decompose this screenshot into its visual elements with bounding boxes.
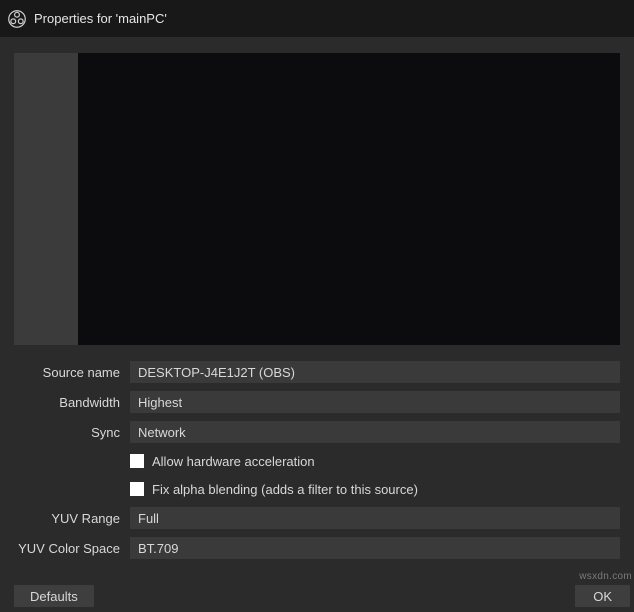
obs-icon xyxy=(8,10,26,28)
select-source-name[interactable]: DESKTOP-J4E1J2T (OBS) xyxy=(130,361,620,383)
preview-gutter xyxy=(14,53,78,345)
select-yuv-cs-value: BT.709 xyxy=(138,541,178,556)
row-yuv-range: YUV Range Full xyxy=(14,507,620,529)
select-source-name-value: DESKTOP-J4E1J2T (OBS) xyxy=(138,365,295,380)
label-yuv-range: YUV Range xyxy=(14,511,130,526)
select-yuv-range[interactable]: Full xyxy=(130,507,620,529)
row-bandwidth: Bandwidth Highest xyxy=(14,391,620,413)
watermark: wsxdn.com xyxy=(579,571,632,582)
checkbox-alpha-fix[interactable] xyxy=(130,482,144,496)
properties-form: Source name DESKTOP-J4E1J2T (OBS) Bandwi… xyxy=(0,361,634,559)
titlebar: Properties for 'mainPC' xyxy=(0,0,634,37)
select-yuv-range-value: Full xyxy=(138,511,159,526)
window-title: Properties for 'mainPC' xyxy=(34,11,167,26)
label-hw-accel: Allow hardware acceleration xyxy=(152,454,315,469)
label-yuv-cs: YUV Color Space xyxy=(14,541,130,556)
label-bandwidth: Bandwidth xyxy=(14,395,130,410)
row-alpha-fix: Fix alpha blending (adds a filter to thi… xyxy=(14,479,620,499)
row-yuv-cs: YUV Color Space BT.709 xyxy=(14,537,620,559)
select-sync[interactable]: Network xyxy=(130,421,620,443)
row-source-name: Source name DESKTOP-J4E1J2T (OBS) xyxy=(14,361,620,383)
preview-canvas xyxy=(78,53,620,345)
defaults-button[interactable]: Defaults xyxy=(14,585,94,607)
label-sync: Sync xyxy=(14,425,130,440)
select-yuv-cs[interactable]: BT.709 xyxy=(130,537,620,559)
label-alpha-fix: Fix alpha blending (adds a filter to thi… xyxy=(152,482,418,497)
row-hw-accel: Allow hardware acceleration xyxy=(14,451,620,471)
row-sync: Sync Network xyxy=(14,421,620,443)
checkbox-hw-accel[interactable] xyxy=(130,454,144,468)
ok-button[interactable]: OK xyxy=(575,585,630,607)
select-bandwidth[interactable]: Highest xyxy=(130,391,620,413)
select-bandwidth-value: Highest xyxy=(138,395,182,410)
preview-area xyxy=(14,53,620,345)
footer: Defaults OK xyxy=(0,583,634,612)
select-sync-value: Network xyxy=(138,425,186,440)
label-source-name: Source name xyxy=(14,365,130,380)
